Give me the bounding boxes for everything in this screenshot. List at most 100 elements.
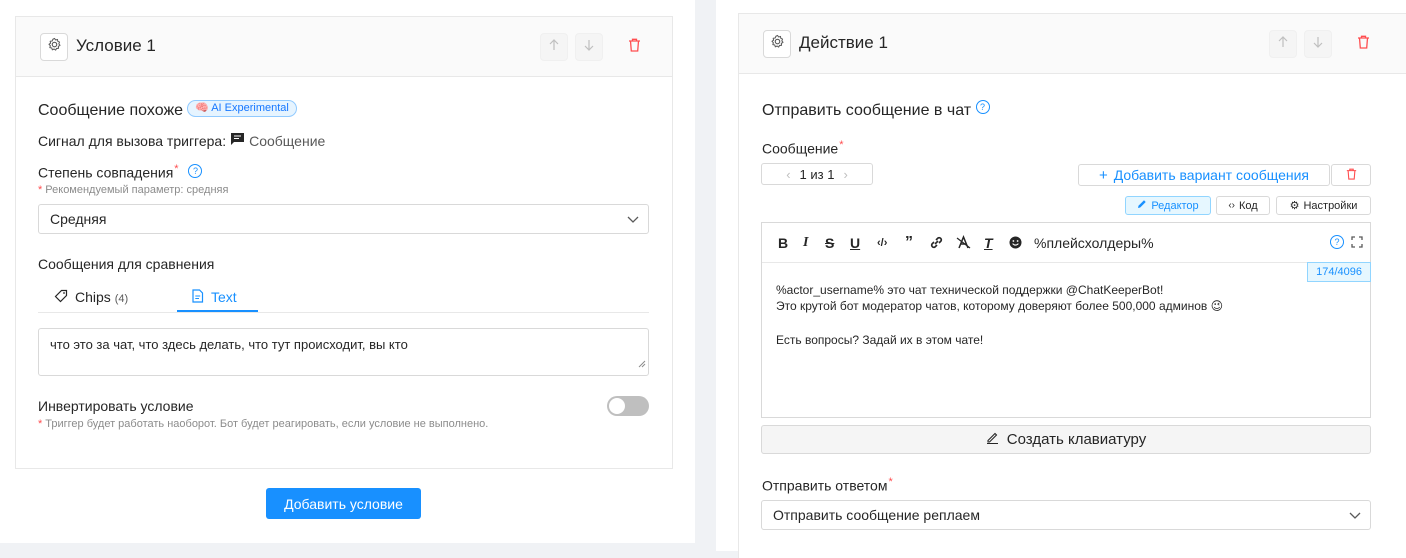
move-up-button[interactable]: [1269, 30, 1297, 58]
action-settings-button[interactable]: [763, 30, 791, 58]
strikethrough-icon[interactable]: S: [825, 235, 834, 251]
condition-panel: Условие 1 Сообщение похоже 🧠 AI Experimen…: [0, 0, 695, 543]
mode-editor-button[interactable]: Редактор: [1125, 196, 1211, 215]
trigger-signal-label: Сигнал для вызова триггера:: [38, 132, 227, 149]
message-line: %actor_username% это чат технической под…: [776, 283, 1164, 297]
message-label-row: Сообщение*: [762, 139, 843, 157]
spoiler-icon[interactable]: [956, 235, 971, 253]
tag-icon: [54, 289, 68, 306]
tabs-divider: [38, 312, 649, 313]
compare-text-value: что это за чат, что здесь делать, что ту…: [50, 337, 408, 352]
pencil-icon: [986, 431, 999, 448]
action-type: Отправить сообщение в чат ?: [762, 100, 990, 120]
reply-label-row: Отправить ответом*: [762, 476, 893, 494]
chevron-down-icon: [626, 212, 640, 231]
action-type-label: Отправить сообщение в чат: [762, 102, 972, 119]
chevron-right-icon[interactable]: ›: [843, 167, 847, 182]
condition-type: Сообщение похоже 🧠 AI Experimental: [38, 100, 297, 120]
match-degree-value: Средняя: [50, 211, 107, 227]
char-counter: 174/4096: [1307, 262, 1371, 282]
match-degree-hint: * Рекомендуемый параметр: средняя: [38, 184, 228, 196]
ai-experimental-badge: 🧠 AI Experimental: [187, 100, 297, 117]
italic-icon[interactable]: I: [803, 235, 808, 251]
invert-condition-hint: * Триггер будет работать наоборот. Бот бу…: [38, 418, 488, 430]
trigger-signal: Сигнал для вызова триггера: Сообщение: [38, 132, 325, 149]
add-message-variant-button[interactable]: + Добавить вариант сообщения: [1078, 164, 1330, 186]
delete-condition-button[interactable]: [620, 33, 648, 61]
compare-text-input[interactable]: что это за чат, что здесь делать, что ту…: [38, 328, 649, 376]
add-condition-button[interactable]: Добавить условие: [266, 488, 421, 519]
move-up-button[interactable]: [540, 33, 568, 61]
editor-toolbar: B I S U ‹/› ” T %плейсхолдеры% ?: [762, 223, 1370, 263]
mode-code-button[interactable]: ‹› Код: [1216, 196, 1270, 215]
code-icon[interactable]: ‹/›: [877, 237, 887, 249]
gear-icon: [770, 34, 785, 54]
help-icon[interactable]: ?: [975, 100, 990, 114]
match-degree-select[interactable]: Средняя: [38, 204, 649, 234]
reply-mode-select[interactable]: Отправить сообщение реплаем: [761, 500, 1371, 530]
chevron-left-icon[interactable]: ‹: [786, 167, 790, 182]
mode-code-label: Код: [1238, 199, 1258, 212]
required-mark: *: [839, 139, 844, 151]
condition-title: Условие 1: [76, 36, 156, 55]
message-icon: [230, 132, 245, 149]
trash-icon: [628, 38, 641, 57]
arrow-up-icon: [1277, 35, 1289, 53]
toggle-knob: [609, 398, 625, 414]
hint-star: *: [38, 418, 43, 430]
emoji-icon[interactable]: [1008, 235, 1023, 253]
tab-chips-count: (4): [114, 293, 129, 305]
trash-icon: [1346, 167, 1357, 183]
bold-icon[interactable]: B: [778, 235, 788, 251]
tab-chips[interactable]: Chips (4): [54, 281, 128, 313]
file-text-icon: [191, 288, 204, 306]
link-icon[interactable]: [929, 235, 944, 253]
add-message-variant-label: Добавить вариант сообщения: [1113, 167, 1310, 183]
clear-format-icon[interactable]: T: [984, 235, 993, 251]
help-icon[interactable]: ?: [188, 163, 203, 178]
reply-mode-value: Отправить сообщение реплаем: [773, 507, 980, 523]
placeholders-button[interactable]: %плейсхолдеры%: [1034, 235, 1154, 251]
gear-icon: ⚙: [1289, 200, 1300, 212]
reply-label: Отправить ответом: [762, 477, 888, 494]
delete-variant-button[interactable]: [1331, 164, 1371, 186]
message-label: Сообщение: [762, 140, 839, 157]
action-title: Действие 1: [799, 33, 888, 52]
create-keyboard-label: Создать клавиатуру: [1006, 431, 1147, 448]
invert-condition-toggle[interactable]: [607, 396, 649, 416]
chevron-down-icon: [1348, 508, 1362, 527]
trigger-signal-value: Сообщение: [249, 132, 326, 149]
match-degree-label-row: Степень совпадения* ?: [38, 163, 203, 181]
tab-active-indicator: [177, 310, 258, 312]
delete-action-button[interactable]: [1349, 30, 1377, 58]
tab-text-label: Text: [211, 289, 237, 305]
help-icon[interactable]: ?: [1330, 235, 1344, 249]
underline-icon[interactable]: U: [850, 235, 860, 251]
condition-settings-button[interactable]: [40, 33, 68, 61]
condition-card-header: Условие 1: [16, 17, 672, 77]
quote-icon[interactable]: ”: [905, 234, 913, 252]
match-degree-hint-text: Рекомендуемый параметр: средняя: [45, 184, 229, 196]
resize-handle-icon[interactable]: [638, 355, 646, 373]
hint-star: *: [38, 184, 43, 196]
pager-text: 1 из 1: [799, 166, 835, 182]
tab-chips-label: Chips: [75, 289, 111, 305]
create-keyboard-button[interactable]: Создать клавиатуру: [761, 425, 1371, 454]
arrow-down-icon: [1312, 35, 1324, 53]
arrow-up-icon: [548, 38, 560, 56]
message-editor[interactable]: B I S U ‹/› ” T %плейсхолдеры% ? 174/409…: [761, 222, 1371, 418]
code-icon: ‹›: [1228, 200, 1235, 211]
mode-editor-label: Редактор: [1151, 199, 1199, 212]
move-down-button[interactable]: [575, 33, 603, 61]
action-card-header: Действие 1: [739, 14, 1406, 74]
invert-condition-hint-text: Триггер будет работать наоборот. Бот буд…: [45, 418, 489, 430]
tab-text[interactable]: Text: [191, 281, 237, 313]
required-mark: *: [888, 476, 893, 488]
move-down-button[interactable]: [1304, 30, 1332, 58]
compare-messages-label: Сообщения для сравнения: [38, 256, 215, 272]
invert-condition-label: Инвертировать условие: [38, 398, 194, 414]
fullscreen-icon[interactable]: [1351, 235, 1363, 253]
plus-icon: +: [1098, 166, 1108, 184]
condition-type-label: Сообщение похоже: [38, 102, 184, 119]
mode-settings-button[interactable]: ⚙ Настройки: [1276, 196, 1371, 215]
